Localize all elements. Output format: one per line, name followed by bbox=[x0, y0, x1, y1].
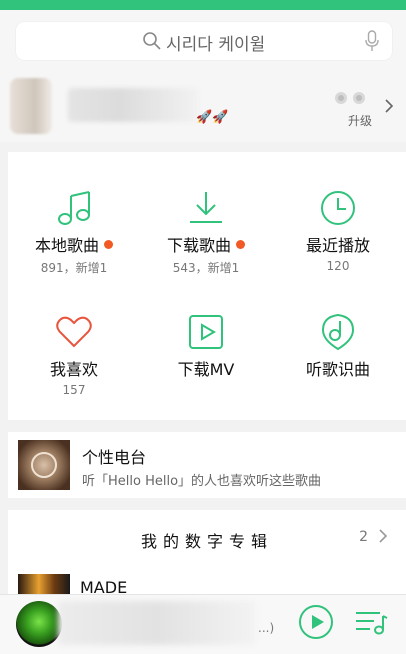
profile-card[interactable]: 🚀🚀 升级 bbox=[0, 70, 406, 142]
new-badge-dot bbox=[236, 240, 245, 249]
digital-albums-count: 2 bbox=[359, 529, 368, 545]
grid-item-sub: 120 bbox=[326, 259, 350, 273]
music-note-icon bbox=[58, 191, 90, 225]
download-icon bbox=[190, 192, 222, 223]
personal-radio-card[interactable]: 个性电台 听「Hello Hello」的人也喜欢听这些歌曲 bbox=[8, 432, 406, 498]
grid-item-song-recognize[interactable]: 听歌识曲 bbox=[272, 276, 404, 396]
now-playing-cover[interactable] bbox=[16, 601, 62, 647]
now-playing-ellipsis: ...) bbox=[258, 621, 275, 635]
grid-item-download-mv[interactable]: 下载MV bbox=[140, 276, 272, 396]
feature-grid: 本地歌曲 891，新增1 下载歌曲 543，新增1 最近播放 120 我喜欢 1… bbox=[8, 152, 406, 420]
upgrade-label[interactable]: 升级 bbox=[348, 112, 372, 129]
status-bar bbox=[0, 0, 406, 10]
vip-badge-icon bbox=[335, 92, 365, 104]
album-thumbnail bbox=[18, 574, 70, 596]
grid-item-label: 听歌识曲 bbox=[305, 360, 370, 379]
microphone-icon[interactable] bbox=[364, 30, 380, 52]
grid-item-sub: 157 bbox=[62, 383, 86, 397]
chevron-right-icon bbox=[379, 529, 388, 543]
album-list-item[interactable]: MADE bbox=[8, 564, 406, 597]
grid-item-recent[interactable]: 最近播放 120 bbox=[272, 152, 404, 273]
radio-cover-image bbox=[18, 440, 70, 490]
grid-item-sub: 543，新增1 bbox=[172, 261, 240, 275]
playlist-icon[interactable] bbox=[354, 608, 388, 636]
grid-item-downloads[interactable]: 下载歌曲 543，新增1 bbox=[140, 152, 272, 275]
mv-play-icon bbox=[189, 315, 223, 349]
rocket-icon: 🚀🚀 bbox=[196, 110, 229, 125]
song-recognize-icon bbox=[321, 313, 355, 351]
grid-item-label: 最近播放 bbox=[305, 236, 370, 255]
new-badge-dot bbox=[104, 240, 113, 249]
grid-item-local-songs[interactable]: 本地歌曲 891，新增1 bbox=[8, 152, 140, 275]
play-icon[interactable] bbox=[298, 604, 334, 640]
now-playing-title-blurred bbox=[58, 601, 256, 645]
heart-icon bbox=[56, 316, 92, 348]
grid-item-label: 本地歌曲 bbox=[34, 236, 99, 255]
search-bar[interactable]: 시리다 케이윌 bbox=[16, 22, 392, 60]
digital-albums-row[interactable]: 我的数字专辑 2 bbox=[8, 510, 406, 564]
grid-item-label: 下载歌曲 bbox=[166, 236, 231, 255]
grid-item-sub: 891，新增1 bbox=[40, 261, 108, 275]
grid-item-label: 下载MV bbox=[177, 360, 235, 379]
header: 시리다 케이윌 bbox=[0, 10, 406, 70]
radio-title: 个性电台 bbox=[82, 448, 147, 467]
grid-item-label: 我喜欢 bbox=[49, 360, 98, 379]
digital-albums-title: 我的数字专辑 bbox=[140, 532, 273, 551]
grid-item-favorites[interactable]: 我喜欢 157 bbox=[8, 276, 140, 397]
avatar[interactable] bbox=[10, 78, 52, 134]
clock-icon bbox=[321, 191, 355, 225]
mini-player[interactable]: ...) bbox=[0, 594, 406, 654]
chevron-right-icon[interactable] bbox=[384, 98, 394, 114]
radio-description: 听「Hello Hello」的人也喜欢听这些歌曲 bbox=[82, 474, 322, 489]
radio-ring bbox=[31, 452, 57, 478]
search-placeholder: 시리다 케이윌 bbox=[166, 35, 266, 55]
search-icon bbox=[143, 32, 161, 50]
username-blurred bbox=[68, 88, 198, 122]
